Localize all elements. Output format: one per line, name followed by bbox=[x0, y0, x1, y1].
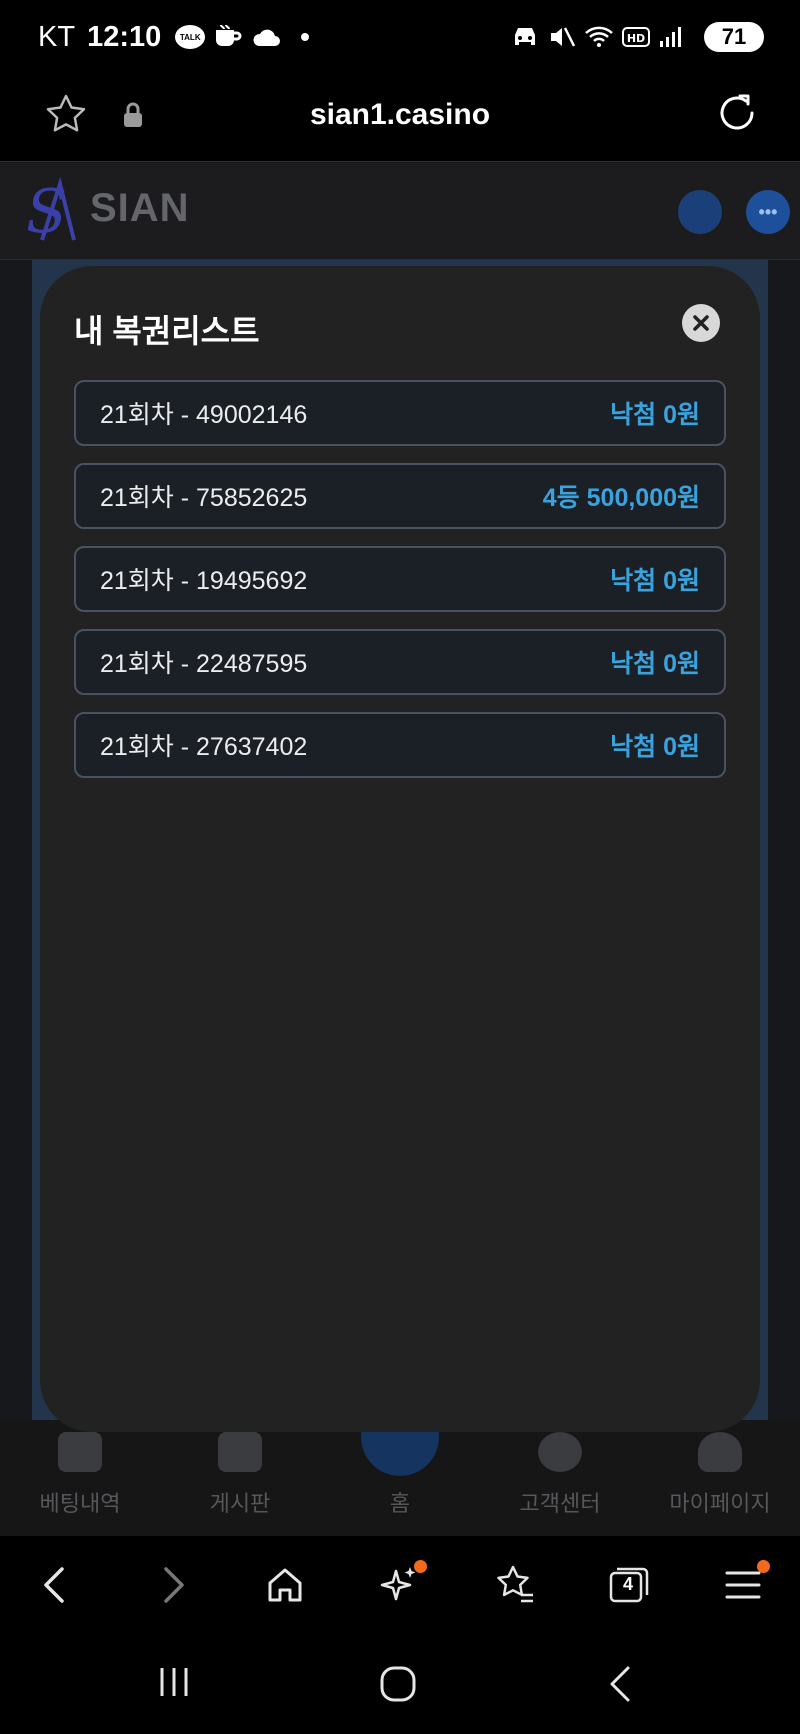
modal-title: 내 복권리스트 bbox=[74, 313, 260, 349]
betting-history-icon bbox=[58, 1432, 102, 1472]
kakaotalk-icon: TALK bbox=[175, 25, 206, 49]
signal-icon bbox=[658, 25, 684, 49]
car-icon bbox=[510, 25, 540, 49]
ticket-result: 낙첨 0원 bbox=[610, 650, 700, 678]
ticket-result: 낙첨 0원 bbox=[610, 401, 700, 429]
notification-badge bbox=[757, 1560, 770, 1573]
notification-dot-icon bbox=[301, 33, 310, 41]
support-agent-icon[interactable] bbox=[678, 190, 722, 234]
logo-text[interactable]: SIAN bbox=[90, 186, 190, 231]
ticket-label: 21회차 - 19495692 bbox=[100, 567, 308, 595]
ticket-label: 21회차 - 75852625 bbox=[100, 484, 308, 512]
chevron-left-icon bbox=[44, 1567, 64, 1603]
system-home-icon bbox=[380, 1666, 416, 1702]
nav-label: 게시판 bbox=[209, 1491, 271, 1516]
nav-item-betting-history[interactable]: 베팅내역 bbox=[0, 1420, 160, 1536]
recent-apps-icon bbox=[160, 1668, 188, 1696]
battery-indicator: 71 bbox=[704, 22, 764, 52]
ticket-row[interactable]: 21회차 - 75852625 4등 500,000원 bbox=[74, 463, 726, 529]
close-button[interactable] bbox=[682, 304, 720, 342]
coffee-icon bbox=[213, 24, 243, 50]
bookmark-list-icon bbox=[497, 1565, 533, 1603]
support-icon bbox=[538, 1432, 582, 1472]
svg-text:HD: HD bbox=[627, 32, 645, 45]
status-bar: KT 12:10 TALK HD 71 bbox=[0, 0, 800, 74]
tabs-button[interactable]: 4 bbox=[604, 1560, 654, 1610]
nav-label: 마이페이지 bbox=[669, 1491, 771, 1516]
notification-badge bbox=[414, 1560, 427, 1573]
clock: 12:10 bbox=[87, 20, 162, 53]
board-icon bbox=[218, 1432, 262, 1472]
home-button[interactable] bbox=[260, 1560, 310, 1610]
ticket-row[interactable]: 21회차 - 27637402 낙첨 0원 bbox=[74, 712, 726, 778]
nav-item-mypage[interactable]: 마이페이지 bbox=[640, 1420, 800, 1536]
profile-icon bbox=[698, 1432, 742, 1472]
bookmarks-button[interactable] bbox=[490, 1560, 540, 1610]
site-bottom-nav: 베팅내역 게시판 홈 고객센터 마이페이지 bbox=[0, 1398, 800, 1536]
site-header: S SIAN ••• bbox=[0, 162, 800, 260]
ticket-label: 21회차 - 22487595 bbox=[100, 650, 308, 678]
lottery-list-modal: 내 복권리스트 21회차 - 49002146 낙첨 0원 21회차 - 758… bbox=[40, 266, 760, 1432]
close-icon bbox=[693, 315, 709, 331]
home-icon bbox=[268, 1568, 302, 1602]
reload-icon[interactable] bbox=[714, 90, 760, 141]
wifi-icon bbox=[584, 25, 614, 49]
back-button[interactable] bbox=[30, 1560, 80, 1610]
system-home-button[interactable] bbox=[378, 1664, 418, 1709]
ai-assistant-button[interactable] bbox=[375, 1560, 427, 1610]
ticket-result: 4등 500,000원 bbox=[542, 484, 700, 512]
nav-item-support[interactable]: 고객센터 bbox=[480, 1420, 640, 1536]
hamburger-menu-icon bbox=[725, 1571, 761, 1599]
menu-button[interactable] bbox=[718, 1560, 770, 1610]
nav-label: 홈 bbox=[389, 1491, 411, 1516]
chevron-right-icon bbox=[164, 1567, 184, 1603]
nav-item-board[interactable]: 게시판 bbox=[160, 1420, 320, 1536]
ticket-row[interactable]: 21회차 - 22487595 낙첨 0원 bbox=[74, 629, 726, 695]
status-left: KT 12:10 TALK bbox=[38, 20, 310, 54]
tab-count: 4 bbox=[623, 1574, 634, 1594]
system-back-button[interactable] bbox=[606, 1664, 636, 1709]
sian-logo-icon[interactable]: S bbox=[22, 174, 84, 251]
ticket-row[interactable]: 21회차 - 49002146 낙첨 0원 bbox=[74, 380, 726, 446]
cloud-icon bbox=[251, 27, 281, 47]
ticket-label: 21회차 - 27637402 bbox=[100, 733, 308, 761]
ticket-label: 21회차 - 49002146 bbox=[100, 401, 308, 429]
mute-icon bbox=[548, 24, 576, 50]
hd-voice-icon: HD bbox=[622, 26, 650, 48]
chat-icon[interactable]: ••• bbox=[746, 190, 790, 234]
status-right: HD 71 bbox=[510, 22, 764, 52]
system-nav-bar bbox=[0, 1634, 800, 1734]
ticket-result: 낙첨 0원 bbox=[610, 567, 700, 595]
system-back-icon bbox=[610, 1666, 630, 1702]
recent-apps-button[interactable] bbox=[156, 1664, 192, 1705]
ticket-row[interactable]: 21회차 - 19495692 낙첨 0원 bbox=[74, 546, 726, 612]
nav-label: 고객센터 bbox=[519, 1491, 601, 1516]
carrier-label: KT bbox=[38, 20, 76, 53]
ticket-result: 낙첨 0원 bbox=[610, 733, 700, 761]
url-text[interactable]: sian1.casino bbox=[0, 98, 800, 132]
browser-toolbar: 4 bbox=[0, 1536, 800, 1634]
nav-item-home[interactable]: 홈 bbox=[320, 1398, 480, 1536]
forward-button[interactable] bbox=[148, 1560, 198, 1610]
ticket-list: 21회차 - 49002146 낙첨 0원 21회차 - 75852625 4등… bbox=[74, 380, 726, 795]
url-bar: sian1.casino bbox=[0, 74, 800, 162]
nav-label: 베팅내역 bbox=[39, 1491, 121, 1516]
